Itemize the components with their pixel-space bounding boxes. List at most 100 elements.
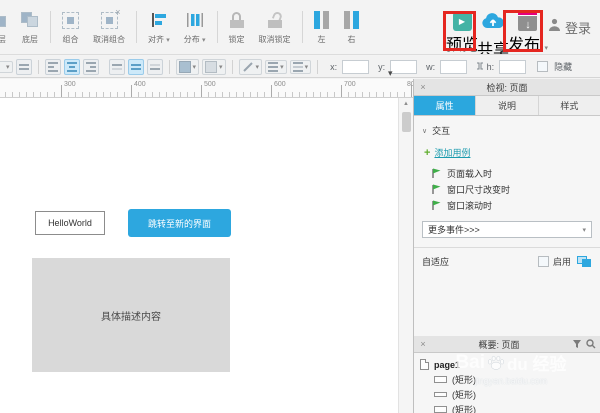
- event-item-window-scroll[interactable]: 窗口滚动时: [422, 197, 592, 213]
- align-icon: [150, 9, 168, 31]
- border-color-dropdown[interactable]: ▾: [202, 59, 226, 75]
- outline-header: × 概要: 页面: [414, 336, 600, 353]
- h-input[interactable]: [499, 60, 526, 74]
- align-left-edge-icon: [314, 9, 329, 31]
- inspector-panel: × 检视: 页面 属性 说明 样式 ∨ 交互 + 添加用例 页面载入时: [413, 79, 600, 413]
- chevron-down-icon: ▾: [582, 226, 586, 234]
- toolbar-separator: [38, 60, 39, 74]
- align-right-edge-button[interactable]: 右: [337, 7, 367, 47]
- preview-play-icon: ▶: [453, 12, 472, 31]
- toolbar-label: 底层: [22, 34, 38, 45]
- scrollbar-thumb[interactable]: [402, 112, 411, 132]
- scroll-up-arrow-icon[interactable]: ▲: [399, 98, 413, 110]
- align-text-bottom-button[interactable]: [147, 59, 163, 75]
- more-events-dropdown[interactable]: 更多事件>>> ▾: [422, 221, 592, 238]
- interaction-section-header[interactable]: ∨ 交互: [422, 124, 592, 137]
- event-item-page-load[interactable]: 页面载入时: [422, 165, 592, 181]
- rectangle-icon: [434, 392, 447, 397]
- align-left-edge-button[interactable]: 左: [307, 7, 337, 47]
- align-button[interactable]: 对齐 ▾: [141, 7, 177, 47]
- rectangle-icon: [434, 376, 447, 383]
- align-text-center-button[interactable]: [64, 59, 80, 75]
- align-text-middle-button[interactable]: [128, 59, 144, 75]
- event-item-window-resize[interactable]: 窗口尺寸改变时: [422, 181, 592, 197]
- group-button[interactable]: 组合: [55, 7, 86, 47]
- interaction-section-label: 交互: [432, 124, 450, 137]
- toolbar-label: 取消锁定: [259, 34, 291, 45]
- distribute-button[interactable]: 分布 ▾: [177, 7, 213, 47]
- align-text-top-button[interactable]: [109, 59, 125, 75]
- unlock-button[interactable]: 取消锁定: [252, 7, 298, 47]
- event-flag-icon: [430, 199, 442, 211]
- w-input[interactable]: [440, 60, 467, 74]
- fill-color-swatch: [179, 61, 191, 73]
- preview-button[interactable]: ▶ 预览: [446, 12, 478, 55]
- font-size-dropdown[interactable]: ▾: [0, 61, 13, 73]
- close-icon[interactable]: ×: [414, 82, 432, 92]
- publish-icon: ↓: [518, 12, 537, 31]
- adaptive-enable-checkbox[interactable]: [538, 256, 549, 267]
- send-to-back-icon: [21, 9, 39, 31]
- ruler-label: 600: [274, 81, 286, 88]
- toolbar-label: 锁定: [229, 34, 245, 45]
- y-field-label: y:: [378, 62, 385, 72]
- tree-item-rectangle[interactable]: (矩形): [420, 387, 600, 402]
- login-button[interactable]: 登录: [548, 18, 591, 37]
- align-text-left-button[interactable]: [45, 59, 61, 75]
- align-text-right-button[interactable]: [83, 59, 99, 75]
- adaptive-views-icon[interactable]: [577, 256, 592, 268]
- share-cloud-icon: [481, 12, 505, 36]
- outline-title: 概要: 页面: [432, 338, 566, 351]
- toolbar-separator: [302, 11, 303, 43]
- add-case-button[interactable]: + 添加用例: [424, 146, 592, 159]
- unlock-icon: [268, 9, 282, 31]
- hide-checkbox[interactable]: [537, 61, 548, 72]
- tab-notes[interactable]: 说明: [476, 96, 538, 115]
- publish-button[interactable]: ↓ 发布 ▾: [508, 12, 548, 55]
- lock-button[interactable]: 锁定: [222, 7, 252, 47]
- tree-item-rectangle[interactable]: (矩形): [420, 372, 600, 387]
- horizontal-ruler: 300 400 500 600 700 800 ▾: [0, 79, 413, 98]
- ruler-label: 500: [204, 81, 216, 88]
- arrow-style-dropdown[interactable]: ▾: [290, 60, 312, 74]
- link-ratio-icon[interactable]: [476, 62, 484, 70]
- fill-color-dropdown[interactable]: ▾: [176, 59, 200, 75]
- canvas-description-box[interactable]: 具体描述内容: [32, 258, 230, 372]
- line-width-dropdown[interactable]: ▾: [239, 59, 263, 75]
- bring-to-front-button[interactable]: 顶层: [0, 7, 14, 47]
- share-button[interactable]: 共享: [477, 12, 509, 55]
- text-style-button[interactable]: [16, 59, 32, 75]
- enable-label: 启用: [553, 255, 571, 268]
- ungroup-button[interactable]: × 取消组合: [86, 7, 132, 47]
- canvas-textbox-helloworld[interactable]: HelloWorld: [35, 211, 105, 235]
- tab-style[interactable]: 样式: [539, 96, 600, 115]
- ruler-label: 300: [64, 81, 76, 88]
- tree-item-page[interactable]: page1: [420, 357, 600, 372]
- x-input[interactable]: [342, 60, 369, 74]
- tree-item-rectangle[interactable]: (矩形): [420, 402, 600, 413]
- x-field-label: x:: [330, 62, 337, 72]
- close-icon[interactable]: ×: [414, 339, 432, 349]
- canvas-jump-button[interactable]: 跳转至新的界面: [128, 209, 231, 237]
- preview-label: 预览: [446, 31, 478, 55]
- group-icon: [62, 9, 79, 31]
- canvas-vertical-scrollbar[interactable]: ▲: [398, 98, 413, 413]
- send-to-back-button[interactable]: 底层: [14, 7, 46, 47]
- line-style-dropdown[interactable]: ▾: [265, 60, 287, 74]
- plus-icon: +: [424, 147, 430, 159]
- ungroup-icon: ×: [101, 9, 118, 31]
- canvas-options-caret-icon[interactable]: ▾: [388, 68, 393, 79]
- tree-item-label: (矩形): [452, 373, 476, 386]
- filter-funnel-icon[interactable]: [572, 339, 582, 349]
- design-canvas[interactable]: 300 400 500 600 700 800 ▾ HelloWorld 跳转至…: [0, 79, 413, 413]
- y-input[interactable]: [390, 60, 417, 74]
- search-icon[interactable]: [586, 339, 596, 349]
- h-field-label: h:: [476, 62, 494, 72]
- tab-properties[interactable]: 属性: [414, 96, 476, 115]
- page-name: page1: [434, 360, 460, 370]
- toolbar-label: 对齐 ▾: [148, 34, 170, 45]
- adaptive-label: 自适应: [422, 255, 538, 268]
- ruler-label: 700: [344, 81, 356, 88]
- lock-icon: [230, 9, 244, 31]
- inspector-header: × 检视: 页面: [414, 79, 600, 96]
